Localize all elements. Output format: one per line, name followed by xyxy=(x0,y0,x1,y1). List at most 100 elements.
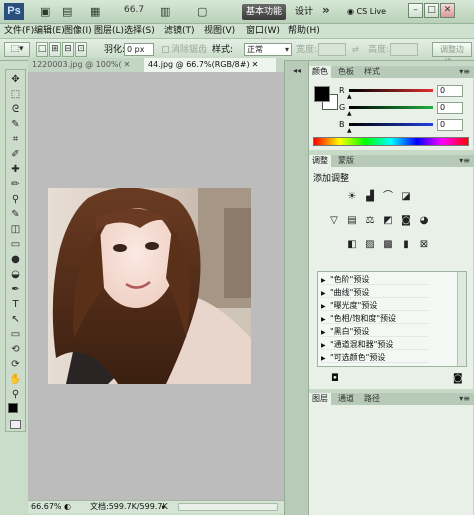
color-panel-tab-2[interactable]: 样式 xyxy=(361,66,383,78)
menu-3[interactable]: 图层(L) xyxy=(94,24,124,39)
menu-1[interactable]: 编辑(E) xyxy=(34,24,65,39)
expand-arrow-icon[interactable]: ▶ xyxy=(321,275,330,286)
camera-icon[interactable]: ◙ xyxy=(453,373,463,384)
new-selection-icon[interactable]: □ xyxy=(36,42,48,57)
hand-tool-icon[interactable]: ✋ xyxy=(6,372,25,387)
view-extras-icon[interactable]: ▦ xyxy=(90,4,100,20)
mask-link-icon[interactable]: ◘ xyxy=(331,373,339,384)
spot-healing-tool-icon[interactable]: ✚ xyxy=(6,162,25,177)
lasso-tool-icon[interactable]: ᘓ xyxy=(6,102,25,117)
layers-panel-tab-1[interactable]: 通道 xyxy=(335,393,357,405)
collapse-panels-icon[interactable]: ◂◂ xyxy=(289,65,305,77)
quick-mask-icon[interactable] xyxy=(10,420,21,429)
expand-arrow-icon[interactable]: ▶ xyxy=(321,353,330,364)
foreground-color-swatch[interactable] xyxy=(314,86,330,102)
color-panel-tab-1[interactable]: 色板 xyxy=(335,66,357,78)
zoom-tool-icon[interactable]: ⚲ xyxy=(6,387,25,402)
brush-tool-icon[interactable]: ✏ xyxy=(6,177,25,192)
move-tool-icon[interactable]: ✥ xyxy=(6,72,25,87)
color-spectrum-bar[interactable] xyxy=(313,137,469,146)
color-panel-tab-0[interactable]: 颜色 xyxy=(309,66,331,78)
tool-preset-picker[interactable]: ⬚▾ xyxy=(4,42,30,57)
color-balance-icon[interactable]: ⚖ xyxy=(363,215,377,227)
vibrance-icon[interactable]: ▽ xyxy=(327,215,341,227)
presets-scrollbar[interactable] xyxy=(457,272,466,366)
adjustments-panel-tab-1[interactable]: 蒙版 xyxy=(335,155,357,167)
refine-edge-button[interactable]: 调整边缘... xyxy=(432,42,472,67)
cs-live-button[interactable]: ◉ CS Live xyxy=(347,4,386,20)
invert-icon[interactable]: ◧ xyxy=(345,239,359,251)
status-arrow-icon[interactable]: ▸ xyxy=(162,501,166,513)
channel-slider[interactable] xyxy=(349,106,433,109)
close-icon[interactable]: ✕ xyxy=(124,60,131,69)
menu-2[interactable]: 图像(I) xyxy=(64,24,92,39)
menu-6[interactable]: 视图(V) xyxy=(204,24,235,39)
history-brush-tool-icon[interactable]: ✎ xyxy=(6,207,25,222)
exposure-icon[interactable]: ◪ xyxy=(399,191,413,203)
workspace-essentials-button[interactable]: 基本功能 xyxy=(242,4,286,20)
expand-arrow-icon[interactable]: ▶ xyxy=(321,340,330,351)
arrange-documents-icon[interactable]: ▥ xyxy=(160,4,170,20)
menu-0[interactable]: 文件(F) xyxy=(4,24,34,39)
curves-icon[interactable]: ⌒ xyxy=(381,191,395,203)
status-menu-icon[interactable]: ◐ xyxy=(64,501,71,513)
crop-tool-icon[interactable]: ⌗ xyxy=(6,132,25,147)
swap-dimensions-icon[interactable]: ⇄ xyxy=(352,44,359,56)
bridge-icon[interactable]: ▣ xyxy=(40,4,50,20)
layers-panel-menu-icon[interactable]: ▾≡ xyxy=(456,393,473,405)
gradient-map-icon[interactable]: ▮ xyxy=(399,239,413,251)
adjustments-panel-tab-0[interactable]: 调整 xyxy=(309,155,331,167)
expand-arrow-icon[interactable]: ▶ xyxy=(321,314,330,325)
marquee-tool-icon[interactable]: ⬚ xyxy=(6,87,25,102)
pen-tool-icon[interactable]: ✒ xyxy=(6,282,25,297)
intersect-selection-icon[interactable]: ⊡ xyxy=(75,42,87,57)
color-panel-menu-icon[interactable]: ▾≡ xyxy=(456,66,473,78)
3d-camera-tool-icon[interactable]: ⟳ xyxy=(6,357,25,372)
3d-rotate-tool-icon[interactable]: ⟲ xyxy=(6,342,25,357)
add-selection-icon[interactable]: ⊞ xyxy=(49,42,61,57)
threshold-icon[interactable]: ▩ xyxy=(381,239,395,251)
channel-slider[interactable] xyxy=(349,123,433,126)
brightness-contrast-icon[interactable]: ☀ xyxy=(345,191,359,203)
menu-7[interactable]: 窗口(W) xyxy=(246,24,280,39)
horizontal-scrollbar[interactable] xyxy=(178,503,278,511)
channel-slider[interactable] xyxy=(349,89,433,92)
preset-item[interactable]: ▶ "色相/饱和度"预设 xyxy=(321,313,429,324)
channel-value-input[interactable]: 0 xyxy=(437,102,463,114)
tool-foreground-swatch[interactable] xyxy=(8,403,18,413)
slider-handle-icon[interactable]: ▲ xyxy=(347,93,352,100)
preset-item[interactable]: ▶ "色阶"预设 xyxy=(321,274,429,285)
document-image[interactable] xyxy=(48,188,251,384)
expand-arrow-icon[interactable]: ▶ xyxy=(321,327,330,338)
zoom-level[interactable]: 66.7 xyxy=(124,5,144,15)
status-zoom[interactable]: 66.67% xyxy=(31,501,62,513)
preset-item[interactable]: ▶ "黑白"预设 xyxy=(321,326,429,337)
quick-selection-tool-icon[interactable]: ✎ xyxy=(6,117,25,132)
dodge-tool-icon[interactable]: ◒ xyxy=(6,267,25,282)
minimize-button[interactable]: – xyxy=(408,3,423,18)
layers-panel-tab-0[interactable]: 图层 xyxy=(309,393,331,405)
mini-bridge-icon[interactable]: ▤ xyxy=(62,4,72,20)
channel-value-input[interactable]: 0 xyxy=(437,119,463,131)
workspace-design-button[interactable]: 设计 xyxy=(295,4,313,20)
workspace-more-button[interactable]: » xyxy=(322,3,330,17)
close-icon[interactable]: ✕ xyxy=(252,60,259,69)
preset-item[interactable]: ▶ "通道混和器"预设 xyxy=(321,339,429,350)
selective-color-icon[interactable]: ⊠ xyxy=(417,239,431,251)
preset-item[interactable]: ▶ "曲线"预设 xyxy=(321,287,429,298)
adjustments-panel-menu-icon[interactable]: ▾≡ xyxy=(456,155,473,167)
menu-4[interactable]: 选择(S) xyxy=(124,24,155,39)
close-button[interactable]: ✕ xyxy=(440,3,455,18)
layers-panel-tab-2[interactable]: 路径 xyxy=(361,393,383,405)
menu-5[interactable]: 滤镜(T) xyxy=(164,24,195,39)
black-white-icon[interactable]: ◩ xyxy=(381,215,395,227)
type-tool-icon[interactable]: T xyxy=(6,297,25,312)
document-tab-1[interactable]: 1220003.jpg @ 100%(✕ xyxy=(28,58,144,72)
slider-handle-icon[interactable]: ▲ xyxy=(347,110,352,117)
style-select[interactable]: 正常 ▾ xyxy=(244,43,292,56)
eyedropper-tool-icon[interactable]: ✐ xyxy=(6,147,25,162)
restore-button[interactable]: □ xyxy=(424,3,439,18)
expand-arrow-icon[interactable]: ▶ xyxy=(321,288,330,299)
antialias-checkbox[interactable] xyxy=(162,46,169,53)
channel-mixer-icon[interactable]: ◕ xyxy=(417,215,431,227)
